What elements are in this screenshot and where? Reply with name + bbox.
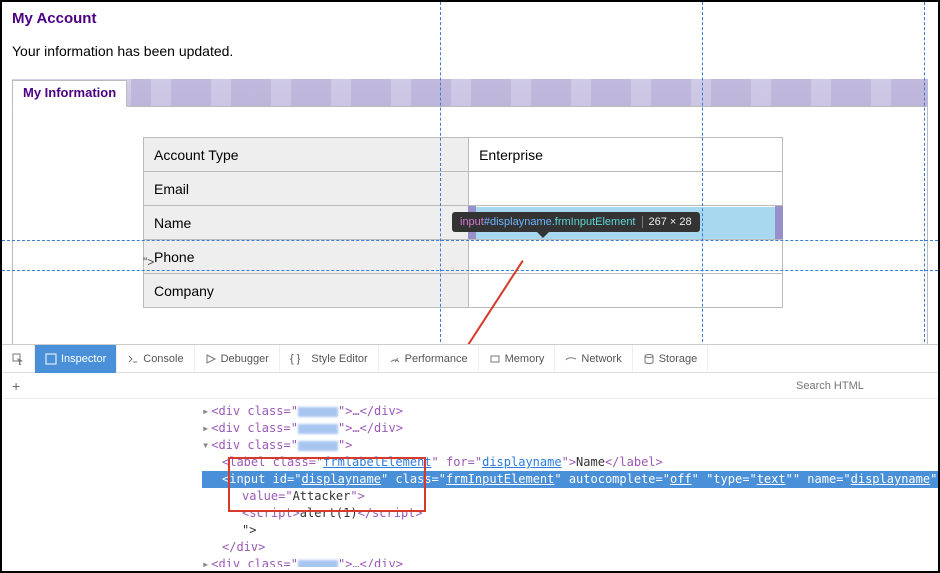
guide-line <box>2 270 938 271</box>
tab-storage[interactable]: Storage <box>633 345 709 373</box>
dom-tree[interactable]: ▸<div class="">…</div> ▸<div class="">…<… <box>2 399 938 567</box>
performance-icon <box>389 353 401 365</box>
inspector-icon <box>45 353 57 365</box>
pick-icon <box>12 353 24 365</box>
tab-memory[interactable]: Memory <box>479 345 556 373</box>
value-email[interactable] <box>469 172 783 206</box>
search-html-input[interactable] <box>788 376 938 396</box>
tab-blurred-others <box>131 79 928 106</box>
storage-icon <box>643 353 655 365</box>
stray-text: "> <box>143 255 154 269</box>
label-company: Company <box>144 274 469 308</box>
update-message: Your information has been updated. <box>2 35 938 79</box>
memory-icon <box>489 353 501 365</box>
tooltip-class: .frmInputElement <box>552 216 636 228</box>
devtools-panel: Inspector Console Debugger { } Style Edi… <box>2 344 938 571</box>
tooltip-tag: input <box>460 216 484 228</box>
inspector-tooltip: input#displayname.frmInputElement 267 × 2… <box>452 212 700 232</box>
tab-bar: My Information <box>12 79 928 107</box>
tab-inspector[interactable]: Inspector <box>35 345 117 373</box>
network-icon <box>565 353 577 365</box>
value-company[interactable] <box>469 274 783 308</box>
tab-console[interactable]: Console <box>117 345 194 373</box>
label-account-type: Account Type <box>144 138 469 172</box>
guide-line <box>2 240 938 241</box>
tab-performance[interactable]: Performance <box>379 345 479 373</box>
devtools-subbar: + <box>2 373 938 399</box>
tab-debugger[interactable]: Debugger <box>195 345 280 373</box>
guide-line <box>924 2 925 347</box>
page-title: My Account <box>2 2 938 35</box>
tab-network[interactable]: Network <box>555 345 632 373</box>
add-node-button[interactable]: + <box>2 378 30 394</box>
tab-my-information[interactable]: My Information <box>12 80 127 107</box>
guide-line <box>702 2 703 347</box>
devtools-toolbar: Inspector Console Debugger { } Style Edi… <box>2 345 938 373</box>
style-icon: { } <box>290 353 300 365</box>
console-icon <box>127 353 139 365</box>
selected-dom-node[interactable]: <input id="displayname" class="frmInputE… <box>202 471 938 488</box>
tooltip-dims: 267 × 28 <box>642 216 692 228</box>
label-phone: Phone <box>144 240 469 274</box>
pick-element-button[interactable] <box>2 345 35 373</box>
tab-style-editor[interactable]: { } Style Editor <box>280 345 379 373</box>
tooltip-id: #displayname <box>484 216 552 228</box>
value-account-type: Enterprise <box>469 138 783 172</box>
label-email: Email <box>144 172 469 206</box>
value-phone[interactable] <box>469 240 783 274</box>
guide-line <box>440 2 441 347</box>
debugger-icon <box>205 353 217 365</box>
label-name: Name <box>144 206 469 240</box>
